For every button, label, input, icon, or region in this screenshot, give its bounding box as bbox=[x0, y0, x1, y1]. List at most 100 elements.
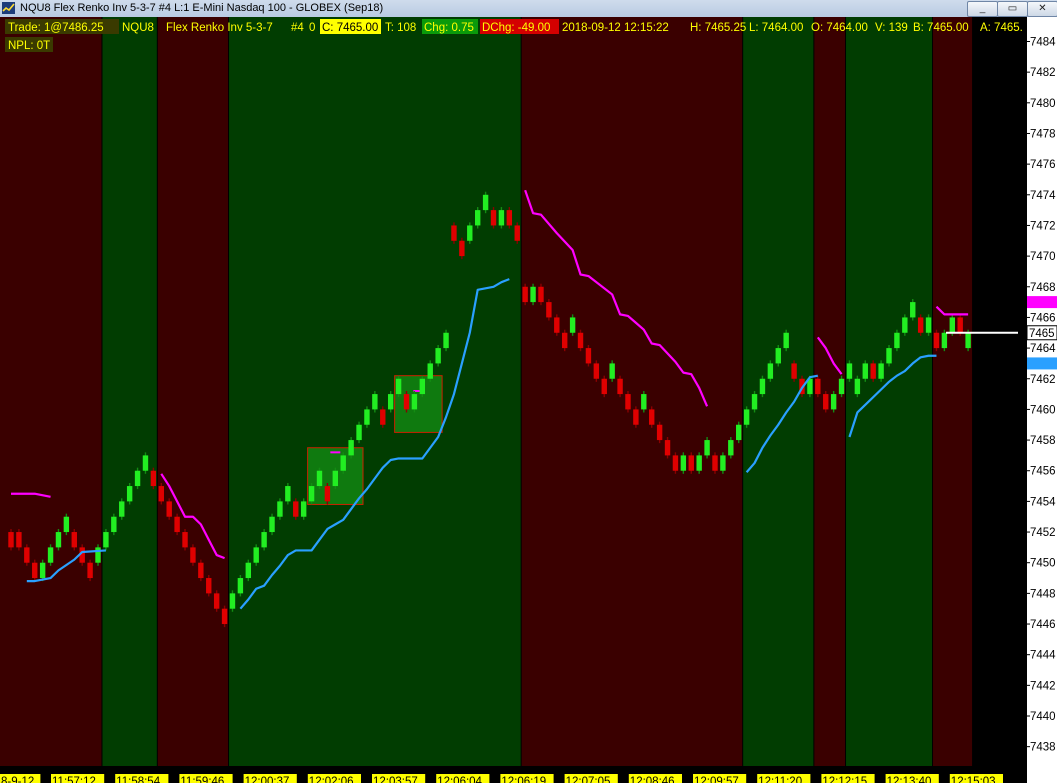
price-tick-label: 7468 bbox=[1030, 282, 1056, 294]
bar-down bbox=[554, 317, 560, 333]
price-tick-label: 7462 bbox=[1030, 374, 1056, 386]
bar-down bbox=[546, 302, 552, 318]
price-tick-label: 7484 bbox=[1030, 36, 1056, 48]
bar-down bbox=[451, 225, 457, 241]
bar-up bbox=[925, 317, 932, 333]
bar-up bbox=[427, 363, 433, 379]
bar-down bbox=[522, 286, 528, 303]
ticks-label: T: 108 bbox=[385, 22, 416, 34]
last-price-label: 7465 bbox=[1029, 328, 1055, 340]
bar-down bbox=[625, 394, 631, 410]
bar-down bbox=[87, 562, 93, 579]
time-label: 12:07:05 bbox=[566, 776, 611, 783]
bar-up bbox=[419, 378, 426, 395]
bar-up bbox=[886, 348, 892, 364]
bar-down bbox=[823, 394, 829, 410]
bar-down bbox=[71, 532, 77, 548]
restore-button[interactable]: ▭ bbox=[997, 1, 1028, 17]
minimize-button[interactable]: _ bbox=[967, 1, 998, 17]
bar-up bbox=[372, 394, 378, 410]
window-titlebar: NQU8 Flex Renko Inv 5-3-7 #4 L:1 E-Mini … bbox=[0, 0, 1057, 17]
symbol-label: NQU8 bbox=[122, 22, 154, 34]
regime-bull-zone bbox=[101, 17, 158, 766]
price-tick-label: 7474 bbox=[1030, 190, 1056, 202]
price-tick-label: 7464 bbox=[1030, 343, 1056, 355]
time-label: 12:12:15 bbox=[822, 776, 867, 783]
bar-up bbox=[285, 486, 291, 502]
signal-box bbox=[394, 375, 443, 433]
bar-up bbox=[680, 455, 687, 471]
bar-up bbox=[332, 470, 339, 487]
bar-up bbox=[103, 532, 109, 548]
npl-label: NPL: 0T bbox=[8, 40, 50, 52]
bar-up bbox=[783, 332, 789, 349]
bar-up bbox=[229, 593, 236, 609]
bar-up bbox=[482, 194, 489, 211]
bar-up bbox=[902, 317, 908, 333]
price-tick-label: 7466 bbox=[1030, 312, 1056, 324]
regime-bear-zone bbox=[0, 17, 102, 766]
bar-up bbox=[949, 317, 955, 333]
bar-down bbox=[150, 470, 157, 487]
bar-up bbox=[767, 363, 774, 379]
price-chart[interactable]: 7438 7440 7442 7444 7446 7448 7450 7452 7454 7456… bbox=[0, 17, 1057, 783]
bar-up bbox=[387, 394, 394, 410]
bar-down bbox=[24, 547, 30, 563]
bar-up bbox=[308, 486, 315, 502]
bar-down bbox=[933, 332, 940, 349]
bar-down bbox=[490, 210, 497, 226]
bar-up bbox=[736, 424, 742, 441]
price-tick-label: 7440 bbox=[1030, 711, 1056, 723]
bar-down bbox=[380, 409, 386, 425]
bar-up bbox=[569, 317, 576, 333]
close-button[interactable]: ✕ bbox=[1027, 1, 1057, 17]
price-tick-label: 7472 bbox=[1030, 220, 1056, 232]
price-tick-label: 7446 bbox=[1030, 619, 1056, 631]
bar-down bbox=[815, 378, 821, 395]
bar-down bbox=[221, 608, 228, 625]
bar-up bbox=[63, 516, 70, 533]
bar-up bbox=[530, 286, 536, 303]
bar-up bbox=[474, 210, 481, 226]
bar-up bbox=[119, 501, 125, 517]
time-label: 12:02:06 bbox=[309, 776, 354, 783]
bar-down bbox=[8, 532, 14, 548]
bar-down bbox=[617, 378, 623, 395]
open-label: O: 7464.00 bbox=[811, 22, 868, 34]
bar-up bbox=[395, 378, 402, 395]
price-tick-label: 7454 bbox=[1030, 496, 1056, 508]
bar-down bbox=[538, 286, 544, 303]
bar-down bbox=[459, 240, 465, 257]
bar-up bbox=[39, 562, 46, 579]
bar-down bbox=[664, 440, 671, 456]
bar-up bbox=[704, 440, 710, 456]
daily-change-label: DChg: -49.00 bbox=[482, 22, 550, 34]
regime-bear-zone bbox=[932, 17, 973, 766]
time-label: 12:06:04 bbox=[437, 776, 482, 783]
bar-down bbox=[649, 409, 655, 425]
price-tick-label: 7460 bbox=[1030, 404, 1056, 416]
window-title: NQU8 Flex Renko Inv 5-3-7 #4 L:1 E-Mini … bbox=[20, 2, 384, 14]
time-label: 12:03:57 bbox=[373, 776, 418, 783]
bar-up bbox=[775, 348, 781, 364]
price-tick-label: 7478 bbox=[1030, 128, 1056, 140]
bar-up bbox=[609, 363, 615, 379]
bar-up bbox=[728, 440, 734, 456]
bar-up bbox=[862, 363, 868, 379]
bar-down bbox=[213, 593, 220, 609]
bar-down bbox=[166, 501, 172, 517]
price-tick-label: 7450 bbox=[1030, 558, 1056, 570]
ask-label: A: 7465. bbox=[980, 22, 1023, 34]
bar-up bbox=[300, 501, 307, 517]
bar-up bbox=[751, 394, 758, 410]
regime-bear-zone bbox=[157, 17, 229, 766]
time-label: 8-9-12 bbox=[1, 776, 34, 783]
price-tick-label: 7442 bbox=[1030, 680, 1056, 692]
bar-down bbox=[506, 210, 513, 226]
bar-down bbox=[158, 486, 164, 502]
bar-up bbox=[364, 409, 370, 425]
bar-up bbox=[759, 378, 766, 395]
upper-band-tag-bg bbox=[1027, 296, 1057, 309]
chart-number-label: #4 bbox=[291, 22, 304, 34]
bar-down bbox=[577, 332, 584, 349]
